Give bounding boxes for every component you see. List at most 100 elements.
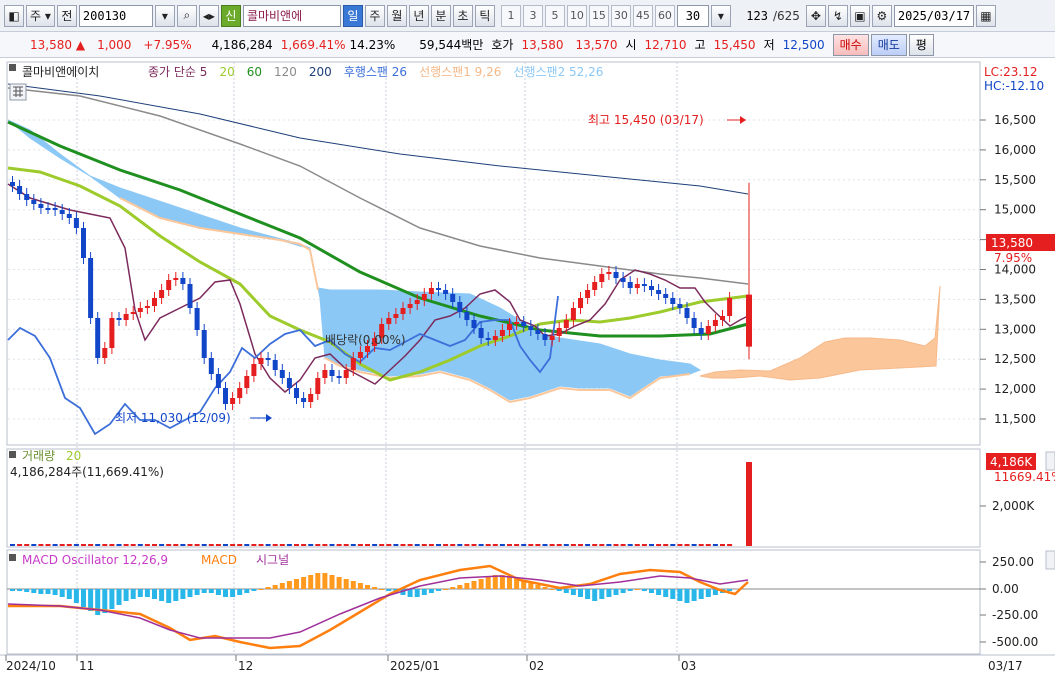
interval-15[interactable]: 15 [588, 4, 609, 27]
candle-body [350, 358, 356, 370]
macd-oscillator-bar [556, 589, 562, 591]
volume-bar [436, 544, 441, 546]
candle-body [606, 272, 612, 274]
candle-body [592, 282, 598, 290]
candle-body [31, 200, 37, 204]
candle-body [52, 208, 58, 210]
macd-oscillator-bar [166, 589, 172, 603]
candle-body [478, 328, 484, 338]
candle-body [563, 320, 569, 328]
crosshair-icon[interactable]: ✥ [805, 4, 826, 27]
volume-bar [251, 544, 257, 546]
change-value: 1,000 [97, 37, 132, 52]
dropdown-icon[interactable]: ▾ [154, 4, 175, 27]
interval-5[interactable]: 5 [544, 4, 565, 27]
legend-item[interactable]: 선행스팬2 52,26 [513, 64, 603, 79]
volume-bar [372, 544, 378, 546]
volume-bar [123, 544, 129, 546]
macd-oscillator-bar [244, 589, 250, 593]
candle-body [471, 320, 477, 328]
legend-marker-icon [9, 64, 16, 71]
chart-canvas[interactable]: 최고 15,450 (03/17) 최저 11,030 (12/09) 배당락(… [0, 58, 1055, 676]
period-minute[interactable]: 분 [430, 4, 451, 27]
macd-oscillator-bar [450, 587, 456, 589]
macd-oscillator-bar [578, 589, 583, 597]
interval-1[interactable]: 1 [500, 4, 521, 27]
new-listing-badge: 신 [220, 4, 241, 27]
candle-body [393, 314, 399, 318]
stock-code-input[interactable]: 200130 [78, 4, 153, 27]
interval-30[interactable]: 30 [610, 4, 631, 27]
macd-oscillator-bar [73, 589, 79, 603]
candle-body [244, 376, 250, 388]
macd-oscillator-bar [10, 589, 15, 591]
sell-button[interactable]: 매도 [870, 33, 907, 56]
interval-45[interactable]: 45 [632, 4, 653, 27]
candle-body [272, 360, 278, 370]
legend-item[interactable]: 120 [274, 65, 297, 79]
legend-item[interactable]: 20 [219, 65, 234, 79]
volume-bar [634, 544, 640, 546]
candle-body [152, 298, 157, 306]
count-field[interactable]: 123 [733, 5, 771, 27]
price-axis-label: 12,500 [994, 352, 1036, 366]
legend-item[interactable]: 200 [309, 65, 332, 79]
legend-item[interactable]: 종가 단순 5 [148, 65, 207, 79]
macd-oscillator-bar [677, 589, 683, 601]
candle-body [116, 318, 122, 320]
period-tick[interactable]: 틱 [474, 4, 495, 27]
date-input[interactable]: 2025/03/17 [893, 4, 974, 27]
macd-oscillator-bar [66, 589, 72, 599]
gear-icon[interactable]: ⚙ [871, 4, 892, 27]
period-second[interactable]: 초 [452, 4, 473, 27]
legend-item[interactable]: 선행스팬1 9,26 [419, 64, 501, 79]
panel-icon[interactable]: ◧ [4, 4, 24, 27]
period-week[interactable]: 주 [364, 4, 385, 27]
macd-oscillator-bar [464, 583, 470, 589]
period-month[interactable]: 월 [386, 4, 407, 27]
period-day[interactable]: 일 [342, 4, 363, 27]
range-button[interactable]: 전 [56, 4, 77, 27]
legend-item[interactable]: 60 [247, 65, 262, 79]
bid-label: 호가 [491, 38, 514, 52]
candle-body [705, 326, 711, 334]
candle-body [499, 330, 505, 336]
trend-tool-icon[interactable]: ↯ [827, 4, 848, 27]
macd-scroll-handle[interactable] [1045, 550, 1055, 570]
interval-dropdown-icon[interactable]: ▾ [710, 4, 731, 27]
eval-button[interactable]: 평 [908, 33, 934, 56]
volume-bar [485, 544, 491, 546]
price-tag-text: 13,580 [991, 236, 1033, 250]
search-icon[interactable]: ⌕ [176, 4, 197, 27]
volume-bar [258, 544, 264, 546]
chart-area[interactable]: 최고 15,450 (03/17) 최저 11,030 (12/09) 배당락(… [0, 58, 1055, 676]
macd-oscillator-bar [663, 589, 669, 597]
speaker-icon[interactable]: ◂▸ [198, 4, 219, 27]
calendar-icon[interactable]: ▦ [975, 4, 996, 27]
macd-oscillator-bar [116, 589, 122, 605]
count-total: /625 [772, 8, 800, 23]
macd-oscillator-bar [727, 589, 733, 591]
period-year[interactable]: 년 [408, 4, 429, 27]
x-axis-last-date: 03/17 [988, 659, 1023, 673]
interval-input[interactable]: 30 [676, 4, 709, 27]
buy-button[interactable]: 매수 [832, 33, 869, 56]
low-price: 12,500 [782, 37, 825, 52]
volume-bar [159, 544, 165, 546]
interval-3[interactable]: 3 [522, 4, 543, 27]
interval-60[interactable]: 60 [654, 4, 675, 27]
candle-body [73, 218, 79, 228]
candle-body [421, 294, 427, 300]
volume-tag-text: 4,186K [990, 455, 1033, 469]
volume-scroll-handle[interactable] [1045, 451, 1055, 471]
macd-oscillator-title: MACD Oscillator 12,26,9 [22, 553, 168, 567]
market-select[interactable]: 주 ▾ [26, 4, 55, 27]
price-axis-label: 16,000 [994, 143, 1036, 157]
grid-toggle-icon[interactable] [9, 83, 27, 101]
save-icon[interactable]: ▣ [849, 4, 870, 27]
macd-oscillator-bar [379, 589, 385, 590]
legend-item[interactable]: 후행스팬 26 [344, 64, 407, 79]
volume-bar [66, 544, 72, 546]
interval-10[interactable]: 10 [566, 4, 587, 27]
candle-body [322, 370, 328, 378]
